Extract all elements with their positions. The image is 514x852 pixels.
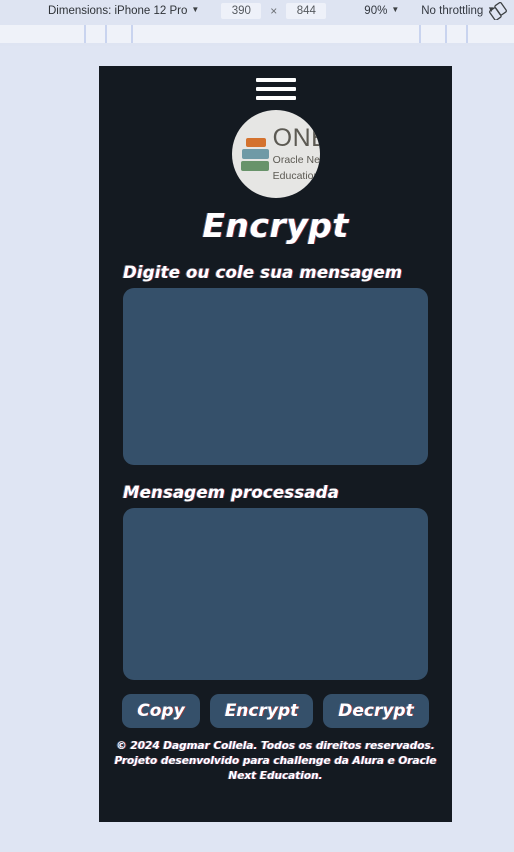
- logo-subtitle-line2: Education: [272, 169, 320, 182]
- logo-artwork: ONE Oracle Next Education: [240, 126, 320, 182]
- encrypt-button[interactable]: Encrypt: [209, 694, 314, 728]
- ruler-tick: [466, 25, 468, 43]
- zoom-selector[interactable]: 90% ▼: [364, 5, 399, 17]
- logo-one-text: ONE: [272, 124, 320, 153]
- output-label: Mensagem processada: [123, 483, 340, 502]
- encrypt-app: ONE Oracle Next Education Encrypt Digite…: [99, 66, 452, 822]
- devtools-device-toolbar: Dimensions: iPhone 12 Pro ▼ 390 × 844 90…: [0, 0, 514, 22]
- action-button-row: Copy Encrypt Decrypt: [122, 694, 429, 728]
- zoom-level-label: 90%: [364, 5, 388, 17]
- logo-bar-orange: [245, 137, 266, 147]
- hamburger-menu-icon[interactable]: [255, 74, 296, 104]
- message-output[interactable]: [123, 508, 428, 680]
- chevron-down-icon: ▼: [391, 5, 400, 14]
- throttling-label: No throttling: [421, 5, 484, 17]
- input-field-block: Digite ou cole sua mensagem: [123, 263, 428, 465]
- device-width-input[interactable]: 390: [221, 3, 262, 19]
- logo-stacked-bars-icon: [240, 137, 269, 171]
- device-ruler: [0, 22, 514, 46]
- page-title: Encrypt: [202, 206, 349, 245]
- decrypt-button[interactable]: Decrypt: [323, 694, 429, 728]
- copy-button[interactable]: Copy: [122, 694, 200, 728]
- throttling-selector[interactable]: No throttling ▼: [421, 5, 495, 17]
- logo-subtitle-line1: Oracle Next: [272, 154, 320, 167]
- dimensions-multiply-symbol: ×: [270, 4, 278, 18]
- logo-wordmark: ONE Oracle Next Education: [273, 126, 320, 182]
- footer-project-note: Projeto desenvolvido para challenge da A…: [114, 755, 437, 783]
- footer-copyright: © 2024 Dagmar Collela. Todos os direitos…: [116, 740, 435, 752]
- ruler-tick: [131, 25, 133, 43]
- device-viewport: ONE Oracle Next Education Encrypt Digite…: [99, 66, 452, 822]
- device-height-input[interactable]: 844: [286, 3, 327, 19]
- logo-bar-teal: [241, 148, 269, 159]
- chevron-down-icon: ▼: [191, 5, 200, 14]
- menu-bar: [255, 78, 296, 82]
- dimensions-label: Dimensions: iPhone 12 Pro: [48, 5, 188, 17]
- rotate-device-icon[interactable]: [489, 1, 507, 21]
- message-input[interactable]: [123, 288, 428, 465]
- ruler-tick: [84, 25, 86, 43]
- dimensions-selector[interactable]: Dimensions: iPhone 12 Pro ▼: [0, 5, 199, 17]
- ruler-tick: [105, 25, 107, 43]
- menu-bar: [255, 87, 296, 91]
- ruler-tick: [445, 25, 447, 43]
- oracle-next-education-logo: ONE Oracle Next Education: [231, 110, 320, 198]
- menu-bar: [255, 96, 296, 100]
- device-ruler-track: [0, 25, 514, 43]
- footer: © 2024 Dagmar Collela. Todos os direitos…: [106, 739, 446, 785]
- logo-bar-green: [240, 160, 269, 171]
- output-field-block: Mensagem processada: [123, 483, 428, 680]
- input-label: Digite ou cole sua mensagem: [123, 263, 403, 282]
- ruler-tick: [419, 25, 421, 43]
